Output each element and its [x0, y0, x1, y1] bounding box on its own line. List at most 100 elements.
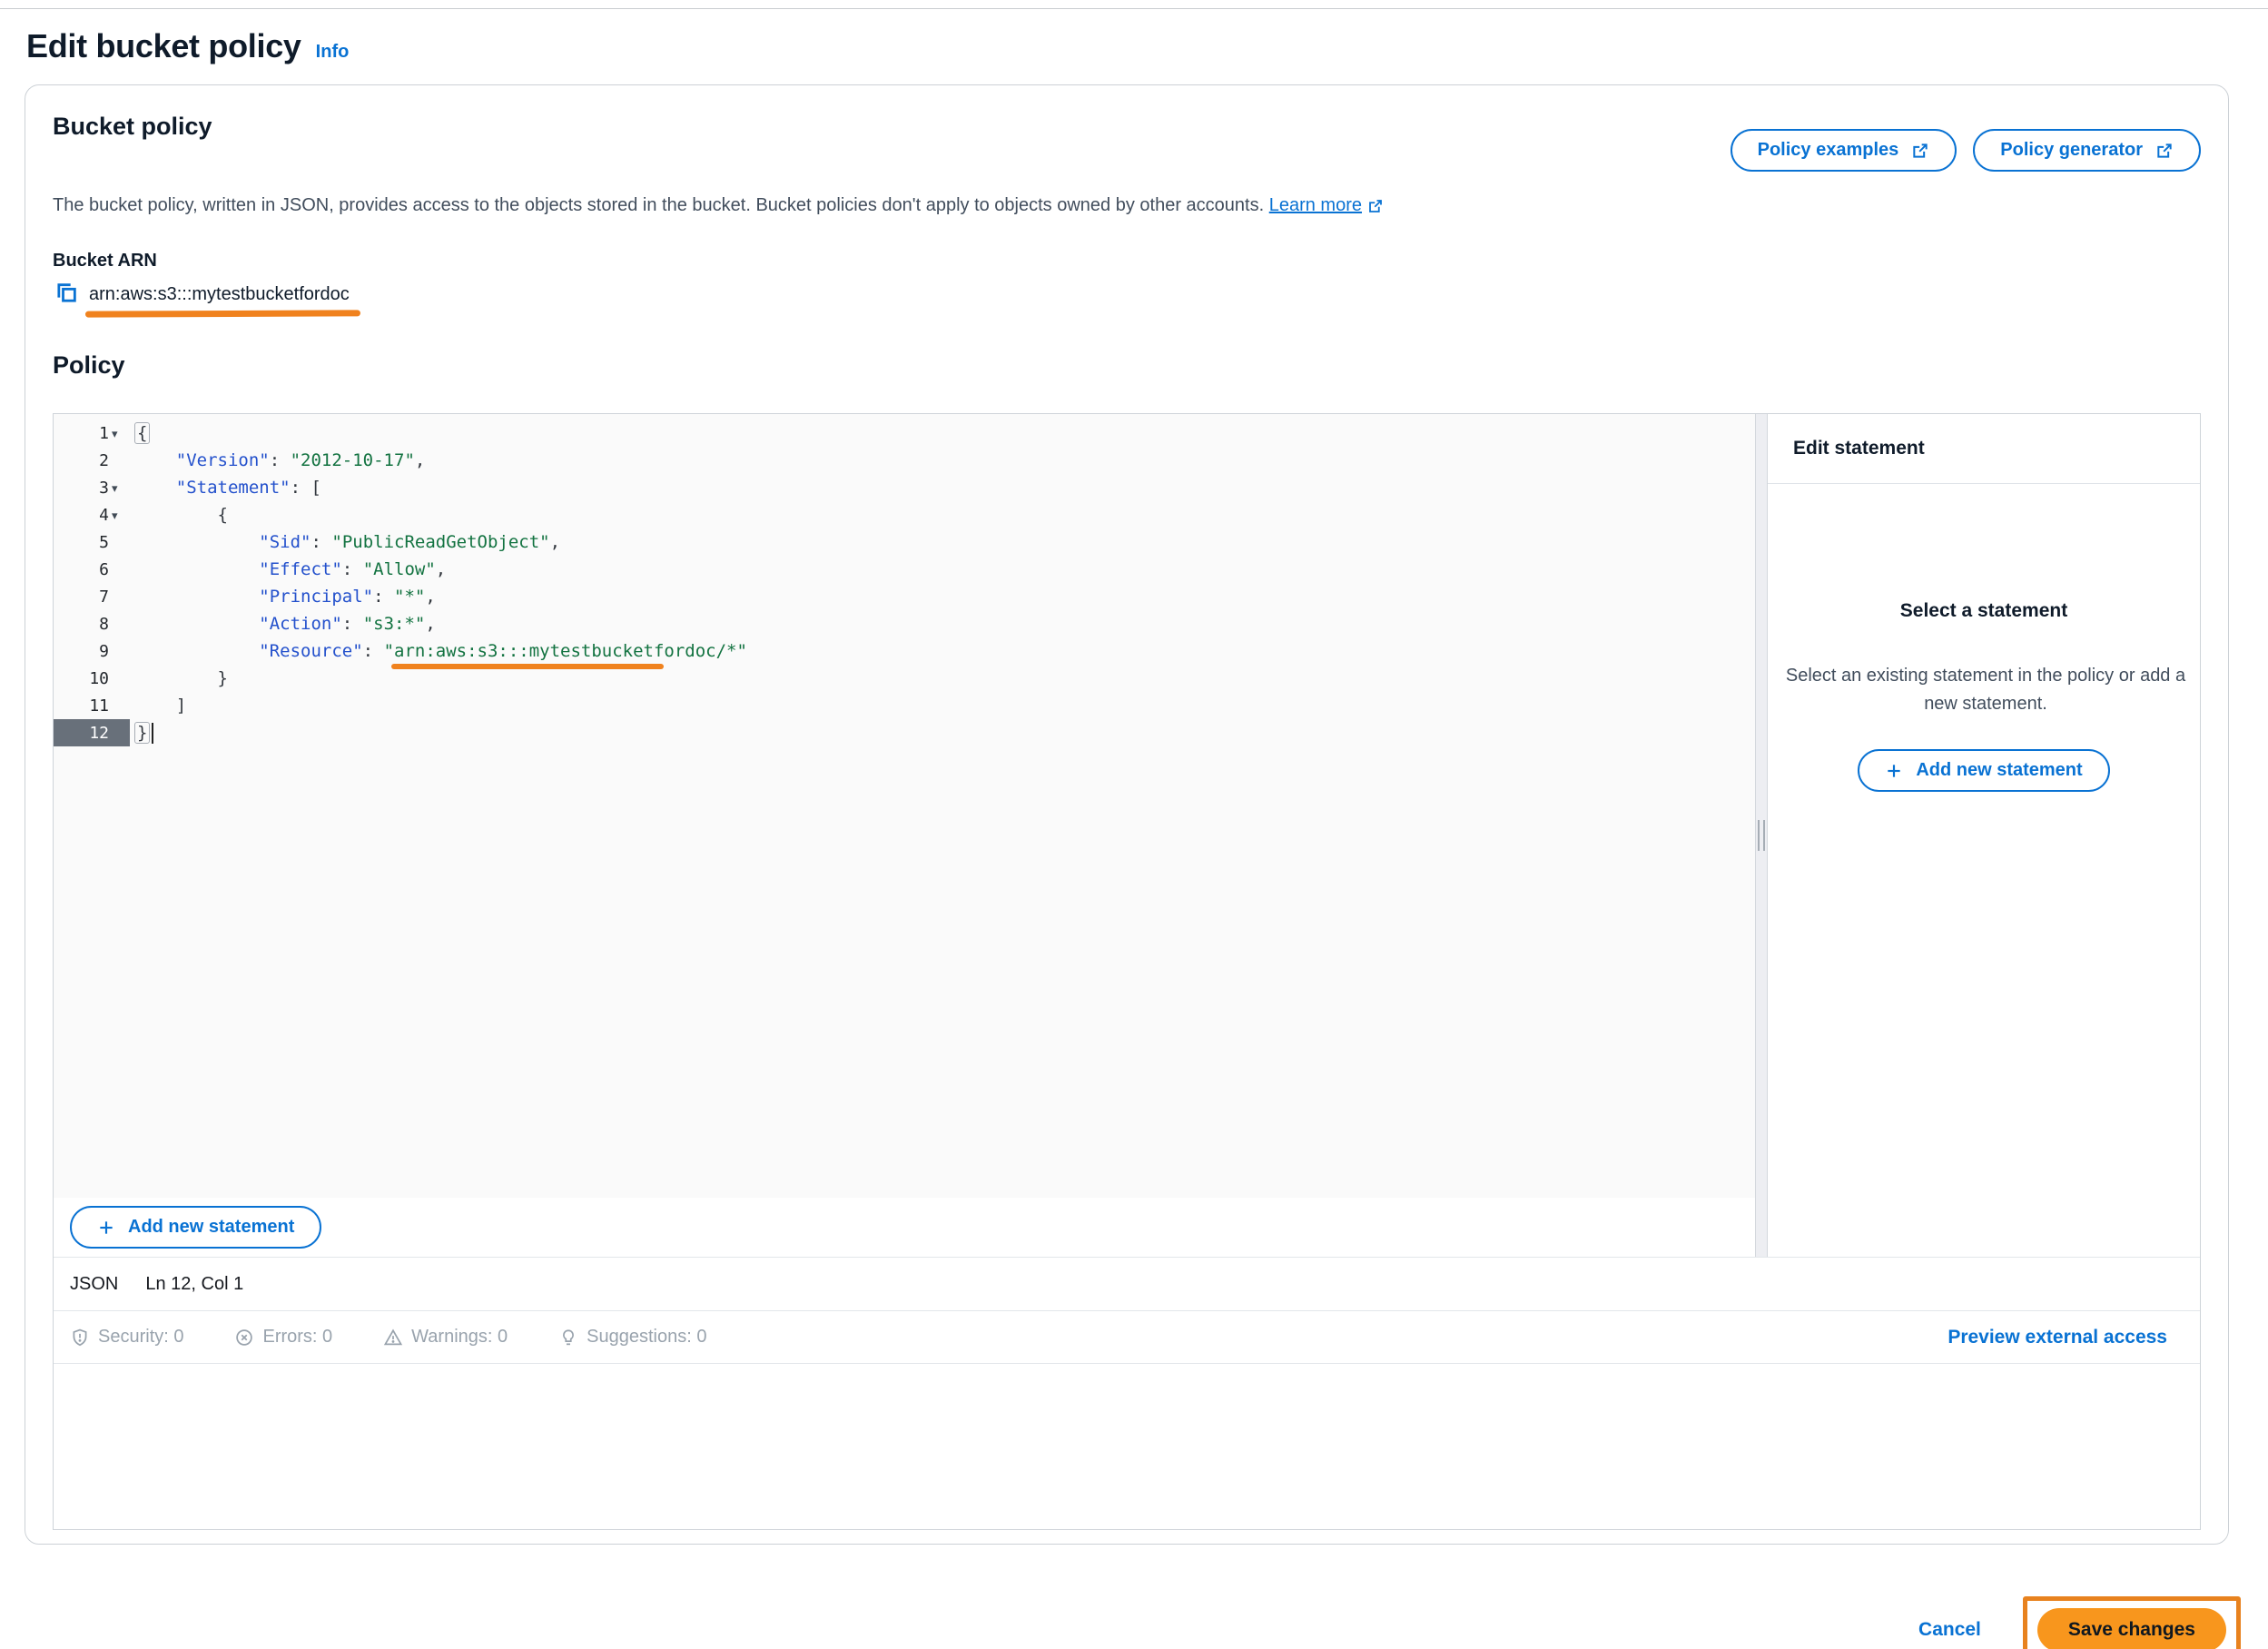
- code-line[interactable]: 12}: [54, 719, 1755, 746]
- line-number: 11: [89, 696, 109, 716]
- line-gutter: 12: [54, 719, 130, 746]
- line-gutter: 8: [54, 610, 130, 637]
- plus-icon: [1885, 762, 1903, 780]
- save-changes-button[interactable]: Save changes: [2037, 1608, 2226, 1649]
- cancel-button[interactable]: Cancel: [1918, 1619, 1981, 1641]
- line-gutter: 10: [54, 665, 130, 692]
- line-gutter: 9: [54, 637, 130, 665]
- code-line[interactable]: 4▾ {: [54, 501, 1755, 528]
- policy-generator-button[interactable]: Policy generator: [1973, 129, 2201, 172]
- copy-arn-button[interactable]: [53, 281, 80, 308]
- policy-generator-label: Policy generator: [2000, 140, 2143, 161]
- code-line[interactable]: 11 ]: [54, 692, 1755, 719]
- annotation-box: Save changes: [2023, 1596, 2241, 1649]
- line-number: 12: [89, 724, 109, 743]
- learn-more-link[interactable]: Learn more: [1269, 195, 1384, 216]
- line-gutter: 4▾: [54, 501, 130, 528]
- select-statement-description: Select an existing statement in the poli…: [1768, 662, 2204, 718]
- code-text: "Version": "2012-10-17",: [134, 450, 425, 470]
- editor-status-bar: JSON Ln 12, Col 1: [54, 1257, 2200, 1310]
- line-number: 7: [99, 588, 109, 607]
- editor-bottom-area: [54, 1363, 2200, 1529]
- line-number: 6: [99, 560, 109, 579]
- code-line[interactable]: 1▾{: [54, 420, 1755, 447]
- policy-section-title: Policy: [53, 351, 2201, 380]
- code-line[interactable]: 7 "Principal": "*",: [54, 583, 1755, 610]
- check-item: Warnings: 0: [383, 1327, 508, 1348]
- edit-statement-panel: Edit statement Select a statement Select…: [1768, 414, 2200, 1257]
- check-label: Security: 0: [98, 1327, 183, 1348]
- plus-icon: [97, 1219, 115, 1237]
- code-line[interactable]: 3▾ "Statement": [: [54, 474, 1755, 501]
- panel-add-new-statement-button[interactable]: Add new statement: [1858, 749, 2109, 792]
- error-circle-icon: [234, 1328, 254, 1348]
- learn-more-label: Learn more: [1269, 195, 1362, 216]
- line-number: 1: [99, 424, 109, 443]
- select-statement-title: Select a statement: [1768, 600, 2200, 622]
- code-text: "Resource": "arn:aws:s3:::mytestbucketfo…: [134, 641, 747, 661]
- code-line[interactable]: 9 "Resource": "arn:aws:s3:::mytestbucket…: [54, 637, 1755, 665]
- edit-statement-panel-body: Select a statement Select an existing st…: [1768, 484, 2200, 792]
- page-title: Edit bucket policy: [26, 27, 301, 65]
- line-number: 10: [89, 669, 109, 688]
- bucket-policy-card: Bucket policy Policy examples Policy gen…: [25, 84, 2229, 1545]
- add-new-statement-button[interactable]: Add new statement: [70, 1206, 321, 1249]
- cursor-position: Ln 12, Col 1: [145, 1274, 243, 1295]
- bucket-arn-value: arn:aws:s3:::mytestbucketfordoc: [89, 284, 350, 305]
- annotation-underline: "arn:aws:s3:::mytestbucketfordoc/*": [384, 641, 747, 661]
- fold-arrow-icon[interactable]: ▾: [112, 428, 126, 439]
- line-gutter: 3▾: [54, 474, 130, 501]
- code-text: "Sid": "PublicReadGetObject",: [134, 532, 560, 552]
- line-gutter: 7: [54, 583, 130, 610]
- card-title: Bucket policy: [53, 111, 212, 141]
- code-text: "Statement": [: [134, 478, 321, 498]
- policy-examples-label: Policy examples: [1758, 140, 1899, 161]
- preview-external-access-link[interactable]: Preview external access: [1948, 1327, 2167, 1348]
- check-label: Suggestions: 0: [587, 1327, 706, 1348]
- editor-language: JSON: [70, 1274, 118, 1295]
- panel-resize-splitter[interactable]: [1755, 414, 1768, 1257]
- line-gutter: 1▾: [54, 420, 130, 447]
- policy-examples-button[interactable]: Policy examples: [1731, 129, 1957, 172]
- code-line[interactable]: 8 "Action": "s3:*",: [54, 610, 1755, 637]
- warning-triangle-icon: [383, 1328, 403, 1348]
- bucket-arn-row: arn:aws:s3:::mytestbucketfordoc: [53, 281, 2201, 308]
- code-line[interactable]: 6 "Effect": "Allow",: [54, 556, 1755, 583]
- line-gutter: 6: [54, 556, 130, 583]
- code-line[interactable]: 10 }: [54, 665, 1755, 692]
- fold-arrow-icon[interactable]: ▾: [112, 509, 126, 521]
- page-top-divider: [0, 0, 2268, 9]
- code-text: ]: [134, 696, 186, 716]
- code-text: {: [134, 423, 150, 443]
- security-shield-icon: [70, 1328, 90, 1348]
- info-link[interactable]: Info: [316, 42, 350, 63]
- bucket-policy-description: The bucket policy, written in JSON, prov…: [53, 195, 2201, 216]
- code-text: }: [134, 668, 228, 688]
- card-header-actions: Policy examples Policy generator: [1731, 111, 2201, 172]
- line-gutter: 5: [54, 528, 130, 556]
- splitter-grip-icon: [1758, 820, 1765, 851]
- line-gutter: 2: [54, 447, 130, 474]
- code-text: "Principal": "*",: [134, 587, 436, 607]
- external-link-icon: [2155, 142, 2174, 160]
- line-number: 9: [99, 642, 109, 661]
- code-line[interactable]: 2 "Version": "2012-10-17",: [54, 447, 1755, 474]
- code-line[interactable]: 5 "Sid": "PublicReadGetObject",: [54, 528, 1755, 556]
- policy-code-editor[interactable]: 1▾{2 "Version": "2012-10-17",3▾ "Stateme…: [54, 414, 1755, 1198]
- editor-add-statement-row: Add new statement: [54, 1198, 1755, 1257]
- code-text: {: [134, 505, 228, 525]
- check-label: Warnings: 0: [411, 1327, 508, 1348]
- check-label: Errors: 0: [262, 1327, 332, 1348]
- edit-statement-panel-title: Edit statement: [1768, 414, 2200, 484]
- card-header: Bucket policy Policy examples Policy gen…: [53, 111, 2201, 172]
- line-number: 3: [99, 479, 109, 498]
- editor-checks: Security: 0 Errors: 0 Warnings: 0 Suggestio…: [70, 1327, 706, 1348]
- check-item: Errors: 0: [234, 1327, 332, 1348]
- code-text: }: [134, 723, 153, 744]
- policy-editor: 1▾{2 "Version": "2012-10-17",3▾ "Stateme…: [53, 413, 2201, 1530]
- description-text: The bucket policy, written in JSON, prov…: [53, 195, 1264, 215]
- editor-checks-bar: Security: 0 Errors: 0 Warnings: 0 Suggestio…: [54, 1310, 2200, 1363]
- check-item: Suggestions: 0: [558, 1327, 706, 1348]
- line-number: 4: [99, 506, 109, 525]
- fold-arrow-icon[interactable]: ▾: [112, 482, 126, 494]
